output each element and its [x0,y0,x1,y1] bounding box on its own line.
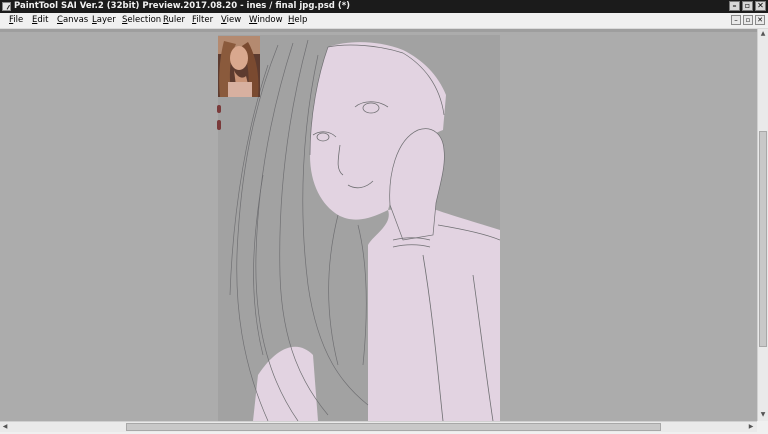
close-button[interactable]: ✕ [755,1,766,11]
scroll-up-arrow-icon[interactable]: ▲ [758,29,768,39]
menu-help[interactable]: Help [288,13,307,28]
menu-selection[interactable]: Selection [122,13,161,28]
scroll-right-arrow-icon[interactable]: ▶ [746,422,756,432]
title-bar: PaintTool SAI Ver.2 (32bit) Preview.2017… [0,0,768,13]
horizontal-scroll-thumb[interactable] [126,423,661,431]
vertical-scrollbar[interactable]: ▲ ▼ [757,29,768,421]
drawing-canvas[interactable] [218,35,500,421]
menu-window[interactable]: Window [249,13,283,28]
menu-ruler[interactable]: Ruler [163,13,185,28]
reference-photo-image [218,36,260,97]
scroll-left-arrow-icon[interactable]: ◀ [0,422,10,432]
document-close-button[interactable]: ✕ [755,15,765,25]
document-restore-button[interactable]: ▫ [743,15,753,25]
scrollbar-corner [757,421,768,434]
vertical-scroll-thumb[interactable] [759,131,767,347]
window-controls: – ▫ ✕ [729,1,766,11]
canvas-workspace[interactable] [0,29,757,421]
stray-paint-mark [217,105,221,113]
restore-button[interactable]: ▫ [742,1,753,11]
menu-edit[interactable]: Edit [32,13,48,28]
menu-file[interactable]: File [9,13,23,28]
window-title: PaintTool SAI Ver.2 (32bit) Preview.2017… [14,1,351,11]
menu-view[interactable]: View [221,13,241,28]
horizontal-scrollbar[interactable]: ◀ ▶ [0,421,757,432]
document-window-controls: – ▫ ✕ [731,15,765,25]
app-icon [2,2,11,11]
menu-filter[interactable]: Filter [192,13,213,28]
artwork-lineart [229,39,500,421]
document-minimize-button[interactable]: – [731,15,741,25]
menu-canvas[interactable]: Canvas [57,13,88,28]
stray-paint-mark [217,120,221,130]
menu-layer[interactable]: Layer [92,13,116,28]
scroll-down-arrow-icon[interactable]: ▼ [758,410,768,420]
minimize-button[interactable]: – [729,1,740,11]
menu-bar: File Edit Canvas Layer Selection Ruler F… [0,13,768,29]
reference-photo[interactable] [218,36,260,97]
workspace-top-edge [0,29,757,32]
